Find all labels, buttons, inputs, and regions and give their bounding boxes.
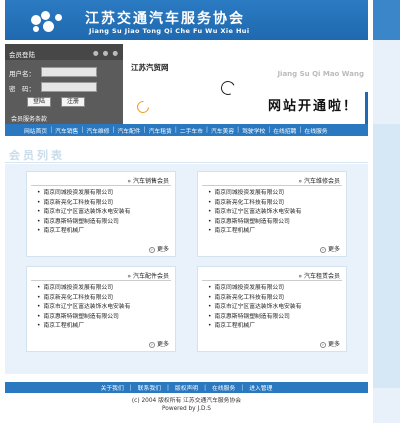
list-item[interactable]: 南京同城投资发展有限公司	[37, 284, 130, 294]
list-item[interactable]: 南京惠斯特钢塑制造有限公司	[37, 313, 130, 323]
more-link[interactable]: › 更多	[319, 244, 340, 253]
powered-by-text: Powered by J.D.S	[162, 405, 211, 412]
more-link[interactable]: › 更多	[148, 339, 169, 348]
list-item[interactable]: 南京惠斯特钢塑制造有限公司	[208, 218, 301, 228]
more-arrow-icon: ›	[319, 341, 326, 348]
copyright-block: (c) 2004 版权所有 江苏交通汽车服务协会 Powered by J.D.…	[5, 398, 368, 413]
banner-accent-bar	[365, 92, 368, 124]
password-label: 密 码：	[9, 85, 35, 93]
list-item[interactable]: 南京市辽宁区富达装饰水电安装有	[37, 208, 130, 218]
main-nav: 网站首页 | 汽车销售 | 汽车维修 | 汽车配件 | 汽车租赁 | 二手车市 | 汽车美容…	[5, 124, 368, 136]
nav-item-jobs[interactable]: 在线招聘	[270, 126, 299, 135]
more-link[interactable]: › 更多	[319, 339, 340, 348]
more-arrow-icon: ›	[148, 341, 155, 348]
right-side-content-block	[373, 124, 400, 388]
site-subtitle: Jiang Su Jiao Tong Qi Che Fu Wu Xie Hui	[89, 27, 250, 35]
section-divider	[5, 162, 368, 163]
member-login-box: 会员登陆 ● ● ● 用户名： 密 码： 登陆 注册 会员服务条款	[5, 44, 123, 126]
more-label: 更多	[327, 246, 340, 253]
list-item[interactable]: 南京同城投资发展有限公司	[208, 189, 301, 199]
section-title: 会员列表	[9, 149, 65, 162]
footer-nav: 关于我们 | 联系我们 | 版权声明 | 在线服务 | 进入管理	[5, 382, 368, 393]
list-item[interactable]: 南京市辽宁区富达装饰水电安装有	[208, 208, 301, 218]
site-title: 江苏交通汽车服务协会	[85, 11, 245, 27]
list-item[interactable]: 南京同城投资发展有限公司	[37, 189, 130, 199]
list-item[interactable]: 南京工程机械厂	[37, 322, 130, 332]
nav-item-rental[interactable]: 汽车租赁	[146, 126, 175, 135]
member-card-repair: »汽车维修会员 南京同城投资发展有限公司 南京新亮化工科技有限公司 南京市辽宁区…	[197, 171, 347, 257]
nav-item-beauty[interactable]: 汽车美容	[208, 126, 237, 135]
banner-pinyin: Jiang Su Qi Mao Wang	[277, 70, 364, 78]
right-side-header-block	[373, 0, 400, 40]
logo-bubbles-icon	[27, 9, 67, 35]
card-divider	[31, 185, 171, 186]
register-button[interactable]: 注册	[61, 97, 85, 107]
double-arrow-icon: »	[298, 273, 302, 280]
list-item[interactable]: 南京新亮化工科技有限公司	[37, 199, 130, 209]
username-label: 用户名：	[9, 70, 35, 78]
nav-item-driving-school[interactable]: 驾驶学校	[239, 126, 268, 135]
card-divider	[202, 280, 342, 281]
footer-link-copyright[interactable]: 版权声明	[169, 383, 204, 392]
username-input[interactable]	[41, 67, 97, 77]
list-item[interactable]: 南京新亮化工科技有限公司	[208, 294, 301, 304]
more-arrow-icon: ›	[319, 246, 326, 253]
login-title: 会员登陆	[9, 51, 35, 59]
swirl-icon	[219, 79, 237, 97]
footer-link-admin[interactable]: 进入管理	[243, 383, 278, 392]
card-title: 汽车租赁会员	[303, 273, 340, 280]
card-title: 汽车配件会员	[132, 273, 169, 280]
member-card-parts: »汽车配件会员 南京同城投资发展有限公司 南京新亮化工科技有限公司 南京市辽宁区…	[26, 266, 176, 352]
list-item[interactable]: 南京惠斯特钢塑制造有限公司	[37, 218, 130, 228]
member-list-area: »汽车销售会员 南京同城投资发展有限公司 南京新亮化工科技有限公司 南京市辽宁区…	[5, 164, 368, 374]
more-link[interactable]: › 更多	[148, 244, 169, 253]
card-title: 汽车维修会员	[303, 178, 340, 185]
banner: 江苏汽贸网 Jiang Su Qi Mao Wang 网站开通啦！	[123, 44, 368, 126]
list-item[interactable]: 南京同城投资发展有限公司	[208, 284, 301, 294]
nav-item-used-cars[interactable]: 二手车市	[177, 126, 206, 135]
double-arrow-icon: »	[127, 178, 131, 185]
card-title: 汽车销售会员	[132, 178, 169, 185]
list-item[interactable]: 南京新亮化工科技有限公司	[208, 199, 301, 209]
list-item[interactable]: 南京惠斯特钢塑制造有限公司	[208, 313, 301, 323]
orange-swirl-icon	[134, 98, 152, 116]
list-item[interactable]: 南京市辽宁区富达装饰水电安装有	[208, 303, 301, 313]
list-item[interactable]: 南京市辽宁区富达装饰水电安装有	[37, 303, 130, 313]
list-item[interactable]: 南京工程机械厂	[208, 227, 301, 237]
card-divider	[31, 280, 171, 281]
login-title-bar: 会员登陆 ● ● ●	[5, 44, 123, 60]
nav-item-repair[interactable]: 汽车维修	[83, 126, 112, 135]
nav-item-sales[interactable]: 汽车销售	[52, 126, 81, 135]
more-label: 更多	[327, 341, 340, 348]
more-arrow-icon: ›	[148, 246, 155, 253]
copyright-text: (c) 2004 版权所有 江苏交通汽车服务协会	[131, 398, 242, 404]
list-item[interactable]: 南京工程机械厂	[37, 227, 130, 237]
nav-item-home[interactable]: 网站首页	[21, 126, 50, 135]
login-button[interactable]: 登陆	[27, 97, 51, 107]
banner-small-title: 江苏汽贸网	[131, 63, 169, 72]
nav-item-online-service[interactable]: 在线服务	[301, 126, 330, 135]
double-arrow-icon: »	[298, 178, 302, 185]
card-divider	[202, 185, 342, 186]
more-label: 更多	[156, 341, 169, 348]
banner-headline: 网站开通啦！	[267, 99, 358, 114]
double-arrow-icon: »	[127, 273, 131, 280]
dots-icon: ● ● ●	[92, 49, 119, 57]
footer-link-about[interactable]: 关于我们	[95, 383, 130, 392]
footer-link-online-service[interactable]: 在线服务	[206, 383, 241, 392]
more-label: 更多	[156, 246, 169, 253]
page: 江苏交通汽车服务协会 Jiang Su Jiao Tong Qi Che Fu …	[5, 0, 368, 423]
list-item[interactable]: 南京工程机械厂	[208, 322, 301, 332]
nav-item-parts[interactable]: 汽车配件	[114, 126, 143, 135]
list-item[interactable]: 南京新亮化工科技有限公司	[37, 294, 130, 304]
footer-link-contact[interactable]: 联系我们	[132, 383, 167, 392]
member-terms-link[interactable]: 会员服务条款	[11, 114, 47, 123]
site-header: 江苏交通汽车服务协会 Jiang Su Jiao Tong Qi Che Fu …	[5, 0, 368, 40]
member-card-rental: »汽车租赁会员 南京同城投资发展有限公司 南京新亮化工科技有限公司 南京市辽宁区…	[197, 266, 347, 352]
password-input[interactable]	[41, 82, 97, 92]
member-card-sales: »汽车销售会员 南京同城投资发展有限公司 南京新亮化工科技有限公司 南京市辽宁区…	[26, 171, 176, 257]
